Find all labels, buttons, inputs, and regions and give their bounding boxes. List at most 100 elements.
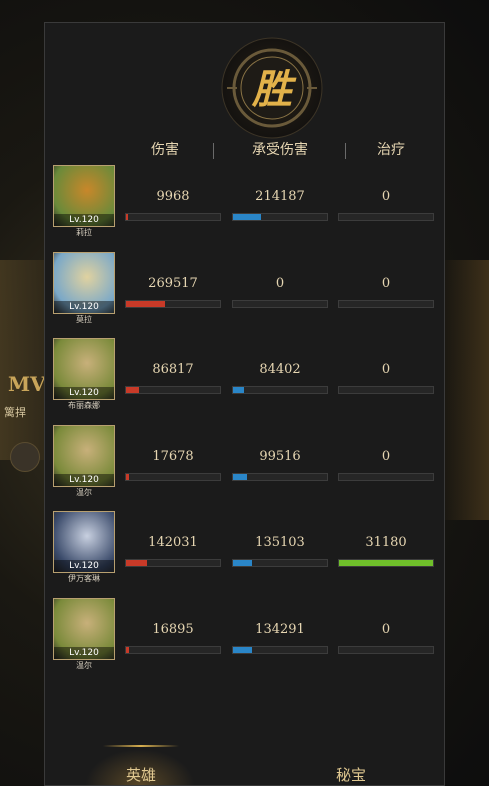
victory-glyph: 胜 — [251, 66, 297, 113]
stat-heal-value: 31180 — [365, 535, 407, 550]
header-divider — [345, 143, 346, 159]
stat-taken-bar — [232, 559, 328, 567]
stat-taken-bar — [232, 386, 328, 394]
hero-portrait[interactable]: Lv.120 — [53, 251, 115, 314]
stat-taken: 84402 — [232, 362, 328, 394]
stat-taken-value: 214187 — [255, 189, 305, 204]
stat-taken: 134291 — [232, 622, 328, 654]
stat-taken-bar-fill — [233, 214, 262, 220]
stat-damage-bar-fill — [126, 646, 129, 653]
hero-portrait[interactable]: Lv.120 — [53, 424, 115, 487]
stat-damage-value: 269517 — [148, 275, 198, 291]
background-glow — [439, 260, 489, 520]
stat-taken-bar — [232, 472, 328, 481]
stat-damage-value: 17678 — [152, 448, 194, 464]
stat-heal-value: 0 — [381, 448, 391, 464]
hero-name: 布丽森娜 — [68, 401, 100, 410]
stat-heal-bar — [338, 559, 434, 567]
stat-heal-value: 0 — [381, 621, 391, 637]
stat-heal: 0 — [338, 449, 434, 481]
stat-heal: 31180 — [338, 535, 434, 567]
stat-heal-value: 0 — [381, 362, 391, 377]
stat-taken-value: 135103 — [255, 535, 305, 550]
stat-damage-bar — [125, 213, 221, 221]
stat-damage-bar-fill — [126, 300, 166, 307]
stat-damage: 17678 — [125, 449, 221, 481]
stat-damage-value: 16895 — [152, 621, 194, 637]
hero-row: Lv.120 温尔 17678 99516 0 — [45, 424, 444, 505]
stat-damage: 86817 — [125, 362, 221, 394]
stat-heal-bar — [338, 213, 434, 221]
stat-taken-bar — [232, 645, 328, 654]
hero-level: Lv.120 — [54, 473, 114, 486]
stat-damage-bar-fill — [126, 473, 129, 480]
stat-heal-bar — [338, 472, 434, 481]
bottom-tabs: 英雄 秘宝 — [45, 745, 444, 785]
stat-damage: 142031 — [125, 535, 221, 567]
stat-taken-value: 0 — [275, 275, 285, 291]
hero-portrait[interactable]: Lv.120 — [53, 511, 115, 573]
stat-heal-value: 0 — [381, 189, 391, 204]
battle-stats-panel: 胜 伤害 承受伤害 治疗 Lv.120 莉拉 9968 214187 0 Lv.120 莫拉… — [44, 22, 445, 786]
stat-heal: 0 — [338, 189, 434, 221]
header-damage: 伤害 — [151, 142, 179, 158]
stat-taken-value: 99516 — [259, 448, 301, 464]
hero-row: Lv.120 温尔 16895 134291 0 — [45, 597, 444, 678]
hero-name: 莫拉 — [76, 314, 92, 324]
hero-portrait[interactable]: Lv.120 — [53, 597, 115, 660]
stat-heal-bar — [338, 645, 434, 654]
stat-heal-value: 0 — [381, 275, 391, 291]
stat-damage-value: 9968 — [156, 189, 190, 204]
stat-taken: 99516 — [232, 449, 328, 481]
stat-taken-bar-fill — [233, 473, 248, 480]
hero-portrait[interactable]: Lv.120 — [53, 165, 115, 227]
active-tab-indicator — [103, 745, 179, 747]
stats-header: 伤害 承受伤害 治疗 — [45, 139, 444, 165]
hero-level: Lv.120 — [54, 214, 114, 226]
hero-level: Lv.120 — [54, 300, 114, 313]
hero-level: Lv.120 — [54, 646, 114, 659]
tab-treasure[interactable]: 秘宝 — [291, 764, 411, 785]
hero-row: Lv.120 莉拉 9968 214187 0 — [45, 165, 444, 245]
stat-damage-bar — [125, 386, 221, 394]
stat-damage: 9968 — [125, 189, 221, 221]
hero-name: 莉拉 — [76, 228, 92, 237]
hero-portrait[interactable]: Lv.120 — [53, 338, 115, 400]
hero-row: Lv.120 布丽森娜 86817 84402 0 — [45, 338, 444, 418]
stat-heal: 0 — [338, 362, 434, 394]
tab-heroes[interactable]: 英雄 — [81, 764, 201, 785]
header-damage-taken: 承受伤害 — [252, 142, 308, 158]
hero-level: Lv.120 — [54, 560, 114, 572]
stat-taken-value: 134291 — [255, 621, 305, 637]
hero-name: 温尔 — [76, 487, 92, 497]
stat-taken-bar-fill — [233, 387, 245, 393]
header-healing: 治疗 — [377, 142, 405, 158]
background-sub-text: 篱捍 — [4, 406, 26, 419]
stat-taken-bar-fill — [233, 646, 252, 653]
stat-damage-bar — [125, 299, 221, 308]
background-mvp-text: MV — [8, 372, 46, 396]
stat-heal-bar-fill — [339, 560, 433, 566]
stat-taken-bar — [232, 213, 328, 221]
stat-damage-bar — [125, 472, 221, 481]
stat-damage-bar-fill — [126, 214, 128, 220]
stat-damage-value: 86817 — [152, 362, 194, 377]
stat-taken-value: 84402 — [259, 362, 301, 377]
stat-heal: 0 — [338, 276, 434, 308]
stat-damage-bar — [125, 559, 221, 567]
stat-damage-bar-fill — [126, 560, 147, 566]
hero-row: Lv.120 莫拉 269517 0 0 — [45, 251, 444, 332]
victory-emblem: 胜 — [221, 37, 323, 139]
background-chart-icon — [10, 442, 40, 472]
stat-taken: 135103 — [232, 535, 328, 567]
hero-level: Lv.120 — [54, 387, 114, 399]
hero-name: 温尔 — [76, 660, 92, 670]
header-divider — [213, 143, 214, 159]
stat-taken: 214187 — [232, 189, 328, 221]
hero-row: Lv.120 伊万客琳 142031 135103 31180 — [45, 511, 444, 591]
stat-taken-bar — [232, 299, 328, 308]
stat-damage: 16895 — [125, 622, 221, 654]
stat-damage-bar — [125, 645, 221, 654]
stat-damage-bar-fill — [126, 387, 140, 393]
stat-heal-bar — [338, 299, 434, 308]
